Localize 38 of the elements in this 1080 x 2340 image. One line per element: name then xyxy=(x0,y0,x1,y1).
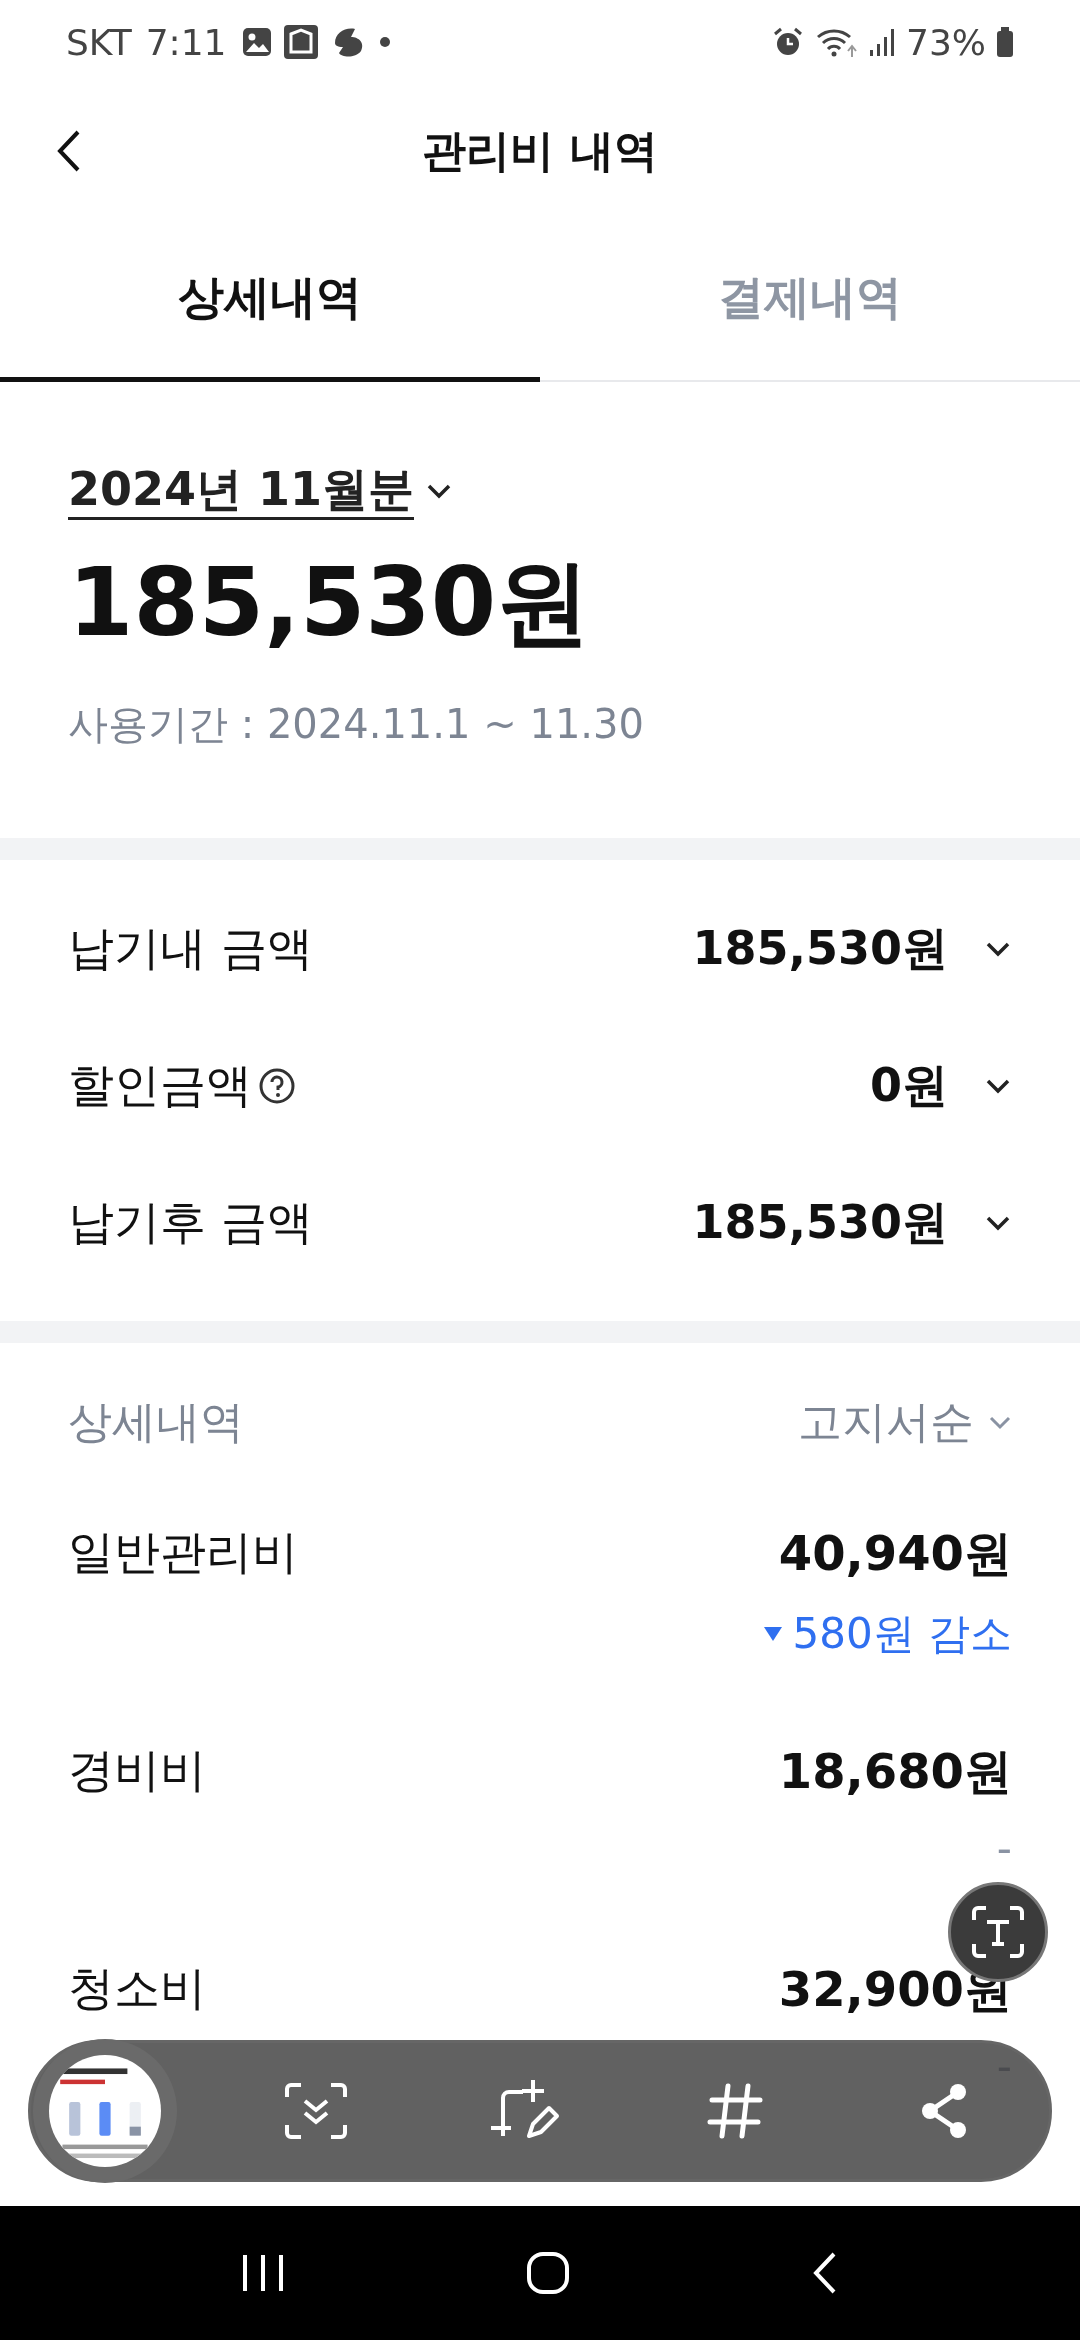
amount-value: 185,530원 xyxy=(692,1193,948,1251)
fee-amount: 32,900원 xyxy=(778,1960,1012,2020)
fee-name: 청소비 xyxy=(68,1960,206,2018)
signal-icon xyxy=(868,26,896,58)
alarm-icon xyxy=(772,26,804,58)
sort-dropdown[interactable]: 고지서순 xyxy=(798,1393,1012,1453)
battery-percent: 73% xyxy=(906,21,986,63)
page-title: 관리비 내역 xyxy=(422,123,658,178)
fee-change: - xyxy=(996,2042,1012,2092)
home-button[interactable] xyxy=(525,2250,571,2296)
total-amount: 185,530원 xyxy=(68,547,592,660)
tab[interactable]: 상세내역 xyxy=(0,218,540,382)
month-selector[interactable]: 2024년 11월분 xyxy=(68,462,453,521)
help-icon[interactable] xyxy=(258,1066,296,1105)
amount-label: 납기내 금액 xyxy=(68,919,313,977)
hashtag-icon xyxy=(705,2082,764,2140)
dot-icon xyxy=(378,36,391,48)
fee-name: 경비비 xyxy=(68,1742,206,1800)
amount-value: 185,530원 xyxy=(692,919,948,977)
carrier: SKT xyxy=(66,21,132,63)
section-title: 상세내역 xyxy=(68,1395,244,1450)
fee-change: 580원 감소 xyxy=(762,1606,1012,1663)
amount-value: 0원 xyxy=(870,1056,948,1114)
chevron-down-icon xyxy=(988,1414,1012,1431)
fee-change: - xyxy=(996,1824,1012,1874)
text-scan-icon xyxy=(970,1904,1026,1960)
fee-amount: 40,940원 xyxy=(778,1524,1012,1584)
amount-label: 납기후 금액 xyxy=(68,1193,313,1251)
scroll-capture-icon xyxy=(282,2081,349,2141)
fee-name: 일반관리비 xyxy=(68,1524,298,1582)
usage-period: 사용기간 : 2024.11.1 ~ 11.30 xyxy=(68,700,645,750)
fee-amount: 18,680원 xyxy=(778,1742,1012,1802)
amount-label: 할인금액 xyxy=(68,1056,252,1114)
battery-icon xyxy=(996,26,1014,58)
app-icon xyxy=(282,24,319,60)
clock: 7:11 xyxy=(145,21,227,63)
chevron-down-icon xyxy=(426,483,453,500)
gallery-icon xyxy=(240,26,273,58)
